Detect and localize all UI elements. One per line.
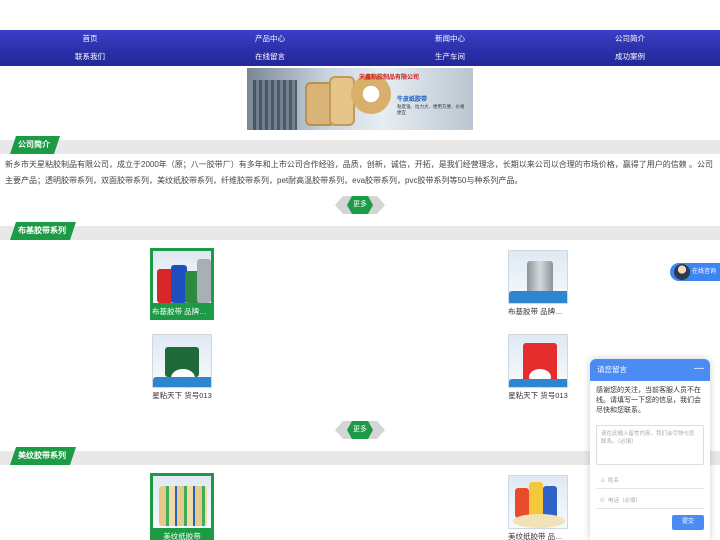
banner-tagline: 粘度强、拉力大、便用方便、价格便宜	[397, 104, 465, 115]
message-widget: 请您留言 — 感谢您的关注，当前客服人员不在线。请填写一下您的信息，我们会尽快和…	[590, 359, 710, 540]
online-consult-label: 在线咨询	[692, 269, 717, 275]
main-nav: 首页 产品中心 新闻中心 公司简介 联系我们 在线留言 生产车间 成功案例	[0, 30, 720, 66]
nav-workshop[interactable]: 生产车间	[360, 48, 540, 66]
nav-message[interactable]: 在线留言	[180, 48, 360, 66]
product-caption: 美纹纸胶带	[163, 532, 201, 540]
banner-product: 牛皮纸胶带	[397, 97, 428, 103]
hero-banner: 天鑫粘胶制品有限公司 牛皮纸胶带 粘度强、拉力大、便用方便、价格便宜	[247, 68, 473, 130]
nav-cases[interactable]: 成功案例	[540, 48, 720, 66]
nav-products[interactable]: 产品中心	[180, 30, 360, 48]
nav-row-2: 联系我们 在线留言 生产车间 成功案例	[0, 48, 720, 66]
product-card[interactable]: 布基胶带 品牌：星粘天下	[150, 248, 214, 320]
message-intro: 感谢您的关注，当前客服人员不在线。请填写一下您的信息，我们会尽快和您联系。	[596, 387, 701, 414]
nav-about[interactable]: 公司简介	[540, 30, 720, 48]
about-text: 新乡市天星粘胶制品有限公司，成立于2000年（原；八一胶带厂）有多年和上市公司合…	[5, 160, 714, 185]
nav-contact[interactable]: 联系我们	[0, 48, 180, 66]
section-title-masking: 美纹胶带系列	[10, 447, 76, 465]
name-placeholder: 姓名	[608, 478, 620, 484]
message-title: 请您留言	[597, 365, 627, 374]
product-image	[152, 334, 212, 388]
product-card[interactable]: 星粘天下 货号013	[506, 332, 570, 404]
product-caption: 布基胶带 品牌：星粘天下	[508, 307, 570, 316]
more-label[interactable]: 更多	[347, 196, 373, 214]
more-button-about[interactable]: 更多	[335, 196, 385, 214]
minimize-icon[interactable]: —	[694, 359, 704, 379]
phone-placeholder: 电话（必填）	[608, 498, 642, 504]
nav-news[interactable]: 新闻中心	[360, 30, 540, 48]
product-card[interactable]: 布基胶带 品牌：星粘天下	[506, 248, 570, 320]
section-bar-cloth: 布基胶带系列	[0, 226, 720, 240]
nav-home[interactable]: 首页	[0, 30, 180, 48]
more-button-cloth[interactable]: 更多	[335, 421, 385, 439]
nav-row-1: 首页 产品中心 新闻中心 公司简介	[0, 30, 720, 48]
section-bar-about: 公司简介	[0, 140, 720, 154]
product-card[interactable]: 美纹纸胶带 品牌：星粘天下	[506, 473, 570, 540]
phone-input[interactable]: ✆ 电话（必填）	[596, 493, 704, 509]
phone-icon: ✆	[600, 498, 606, 504]
section-title-cloth: 布基胶带系列	[10, 222, 76, 240]
message-header: 请您留言 —	[590, 359, 710, 381]
product-caption: 星粘天下 货号013	[152, 391, 212, 400]
product-image	[508, 250, 568, 304]
banner-brand: 天鑫粘胶制品有限公司	[359, 75, 420, 81]
product-image	[152, 475, 212, 529]
section-title-about: 公司简介	[10, 136, 60, 154]
banner-tape-roll	[329, 76, 355, 126]
product-caption: 星粘天下 货号013	[508, 391, 568, 400]
submit-button[interactable]: 提交	[672, 515, 704, 530]
product-card[interactable]: 美纹纸胶带	[150, 473, 214, 540]
user-icon: ♙	[600, 478, 606, 484]
online-consult-button[interactable]: 在线咨询	[670, 263, 720, 281]
product-card[interactable]: 星粘天下 货号013	[150, 332, 214, 404]
product-image	[508, 475, 568, 529]
product-image	[508, 334, 568, 388]
name-input[interactable]: ♙ 姓名	[596, 473, 704, 489]
message-content-input[interactable]: 请在此输入留言内容，我们会尽快与您联系。（必填）	[596, 425, 704, 465]
more-label[interactable]: 更多	[347, 421, 373, 439]
service-avatar	[674, 264, 690, 280]
banner-building-image	[253, 80, 297, 130]
product-caption: 布基胶带 品牌：星粘天下	[152, 307, 214, 316]
product-caption: 美纹纸胶带 品牌：星粘天下	[508, 532, 570, 540]
product-image	[152, 250, 212, 304]
top-blank-bar	[0, 0, 720, 30]
